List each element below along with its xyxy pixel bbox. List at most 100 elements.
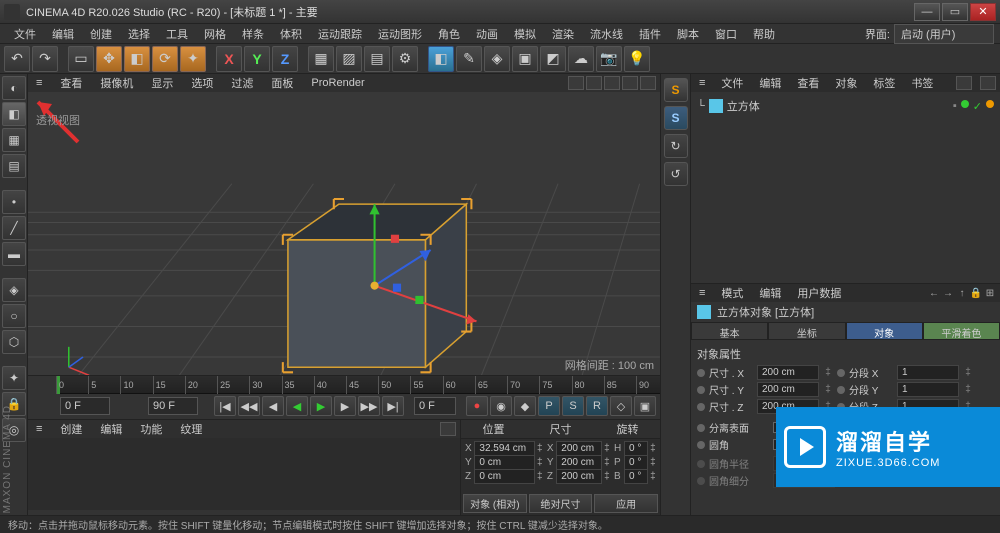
record-button[interactable]: ● xyxy=(466,396,488,416)
obj-panel-icon-1[interactable] xyxy=(956,76,972,90)
coord-apply-button[interactable]: 应用 xyxy=(594,494,658,513)
redo-button[interactable]: ↷ xyxy=(32,46,58,72)
vp-icon-2[interactable] xyxy=(586,76,602,90)
mat-hamburger-icon[interactable]: ≡ xyxy=(32,422,46,436)
attr-menu-icon[interactable]: ⊞ xyxy=(984,287,996,299)
attr-nav-up[interactable]: ↑ xyxy=(956,287,968,299)
make-editable-button[interactable]: ◐ xyxy=(2,76,26,100)
close-button[interactable]: ✕ xyxy=(970,3,996,21)
layout-combo[interactable]: 启动 (用户) xyxy=(894,24,994,44)
axis-toggle-button[interactable]: ◈ xyxy=(2,278,26,302)
current-frame-field[interactable]: 0 F xyxy=(414,397,456,415)
prev-frame-button[interactable]: ◀ xyxy=(262,396,284,416)
obj-panel-icon-2[interactable] xyxy=(980,76,996,90)
subdiv-button[interactable]: ◈ xyxy=(484,46,510,72)
objtab-对象[interactable]: 对象 xyxy=(831,74,861,92)
scale-tool[interactable]: ◧ xyxy=(124,46,150,72)
menu-流水线[interactable]: 流水线 xyxy=(582,24,631,44)
move-tool[interactable]: ✥ xyxy=(96,46,122,72)
menu-窗口[interactable]: 窗口 xyxy=(707,24,745,44)
key-button[interactable]: ◆ xyxy=(514,396,536,416)
btab-编辑[interactable]: 编辑 xyxy=(96,420,126,438)
snap-button[interactable]: ⬡ xyxy=(2,330,26,354)
attr-subtab-3[interactable]: 平滑着色(Phong) xyxy=(923,322,1000,340)
select-tool[interactable]: ▭ xyxy=(68,46,94,72)
menu-渲染[interactable]: 渲染 xyxy=(544,24,582,44)
attr-hamburger-icon[interactable]: ≡ xyxy=(695,286,709,300)
snap-sb-button[interactable]: S xyxy=(664,106,688,130)
axis-z-button[interactable]: Z xyxy=(272,46,298,72)
menu-动画[interactable]: 动画 xyxy=(468,24,506,44)
obj-hamburger-icon[interactable]: ≡ xyxy=(695,76,709,90)
vp-tab-选项[interactable]: 选项 xyxy=(187,74,217,92)
layout-selector[interactable]: 界面: 启动 (用户) xyxy=(865,24,994,44)
axis-y-button[interactable]: Y xyxy=(244,46,270,72)
phong-tag-icon[interactable] xyxy=(986,100,994,108)
object-tree[interactable]: └ 立方体 ▪ ✓ xyxy=(691,92,1000,284)
vp-tab-过滤[interactable]: 过滤 xyxy=(227,74,257,92)
vp-tab-面板[interactable]: 面板 xyxy=(267,74,297,92)
vp-icon-3[interactable] xyxy=(604,76,620,90)
undo-button[interactable]: ↶ xyxy=(4,46,30,72)
vp-hamburger-icon[interactable]: ≡ xyxy=(32,76,46,90)
autokey-button[interactable]: ◉ xyxy=(490,396,512,416)
objtab-编辑[interactable]: 编辑 xyxy=(755,74,785,92)
attrtab-编辑[interactable]: 编辑 xyxy=(755,284,785,302)
attr-lock-icon[interactable]: 🔒 xyxy=(970,287,982,299)
camera-button[interactable]: 📷 xyxy=(596,46,622,72)
snap-option-1[interactable]: ↻ xyxy=(664,134,688,158)
soft-select-button[interactable]: ○ xyxy=(2,304,26,328)
snap-s-button[interactable]: S xyxy=(664,78,688,102)
pos-key-button[interactable]: P xyxy=(538,396,560,416)
menu-选择[interactable]: 选择 xyxy=(120,24,158,44)
menu-脚本[interactable]: 脚本 xyxy=(669,24,707,44)
menu-样条[interactable]: 样条 xyxy=(234,24,272,44)
objtab-文件[interactable]: 文件 xyxy=(717,74,747,92)
menu-运动图形[interactable]: 运动图形 xyxy=(370,24,430,44)
light-button[interactable]: 💡 xyxy=(624,46,650,72)
goto-start-button[interactable]: |◀ xyxy=(214,396,236,416)
next-frame-button[interactable]: ▶ xyxy=(334,396,356,416)
menu-插件[interactable]: 插件 xyxy=(631,24,669,44)
render-view-button[interactable]: ▦ xyxy=(308,46,334,72)
vp-icon-1[interactable] xyxy=(568,76,584,90)
vp-icon-4[interactable] xyxy=(622,76,638,90)
attr-nav-fwd[interactable]: → xyxy=(942,287,954,299)
objtab-查看[interactable]: 查看 xyxy=(793,74,823,92)
objtab-书签[interactable]: 书签 xyxy=(907,74,937,92)
generator-button[interactable]: ▣ xyxy=(512,46,538,72)
btab-创建[interactable]: 创建 xyxy=(56,420,86,438)
texture-mode-button[interactable]: ▦ xyxy=(2,128,26,152)
attr-nav-back[interactable]: ← xyxy=(928,287,940,299)
play-button[interactable]: ▶ xyxy=(310,396,332,416)
visibility-editor-dot[interactable] xyxy=(961,100,969,108)
cube-primitive-button[interactable]: ◧ xyxy=(428,46,454,72)
scale-key-button[interactable]: S xyxy=(562,396,584,416)
next-key-button[interactable]: ▶▶ xyxy=(358,396,380,416)
param-key-button[interactable]: ◇ xyxy=(610,396,632,416)
environment-button[interactable]: ☁ xyxy=(568,46,594,72)
picture-viewer-button[interactable]: ▤ xyxy=(364,46,390,72)
play-back-button[interactable]: ◀ xyxy=(286,396,308,416)
vp-tab-显示[interactable]: 显示 xyxy=(147,74,177,92)
minimize-button[interactable]: — xyxy=(914,3,940,21)
menu-工具[interactable]: 工具 xyxy=(158,24,196,44)
deformer-button[interactable]: ◩ xyxy=(540,46,566,72)
menu-创建[interactable]: 创建 xyxy=(82,24,120,44)
vp-tab-ProRender[interactable]: ProRender xyxy=(307,76,368,90)
goto-end-button[interactable]: ▶| xyxy=(382,396,404,416)
edge-mode-button[interactable]: ╱ xyxy=(2,216,26,240)
viewport[interactable]: 透视视图 网格间距 : 100 cm xyxy=(28,92,660,375)
prev-key-button[interactable]: ◀◀ xyxy=(238,396,260,416)
attr-subtab-2[interactable]: 对象 xyxy=(846,322,923,340)
object-name[interactable]: 立方体 xyxy=(727,98,760,114)
maximize-button[interactable]: ▭ xyxy=(942,3,968,21)
workplane-button[interactable]: ▤ xyxy=(2,154,26,178)
menu-文件[interactable]: 文件 xyxy=(6,24,44,44)
coord-mode-button[interactable]: 对象 (相对) xyxy=(463,494,527,513)
menu-运动跟踪[interactable]: 运动跟踪 xyxy=(310,24,370,44)
tweak-button[interactable]: ✦ xyxy=(2,366,26,390)
point-mode-button[interactable]: • xyxy=(2,190,26,214)
vp-icon-5[interactable] xyxy=(640,76,656,90)
btab-纹理[interactable]: 纹理 xyxy=(176,420,206,438)
